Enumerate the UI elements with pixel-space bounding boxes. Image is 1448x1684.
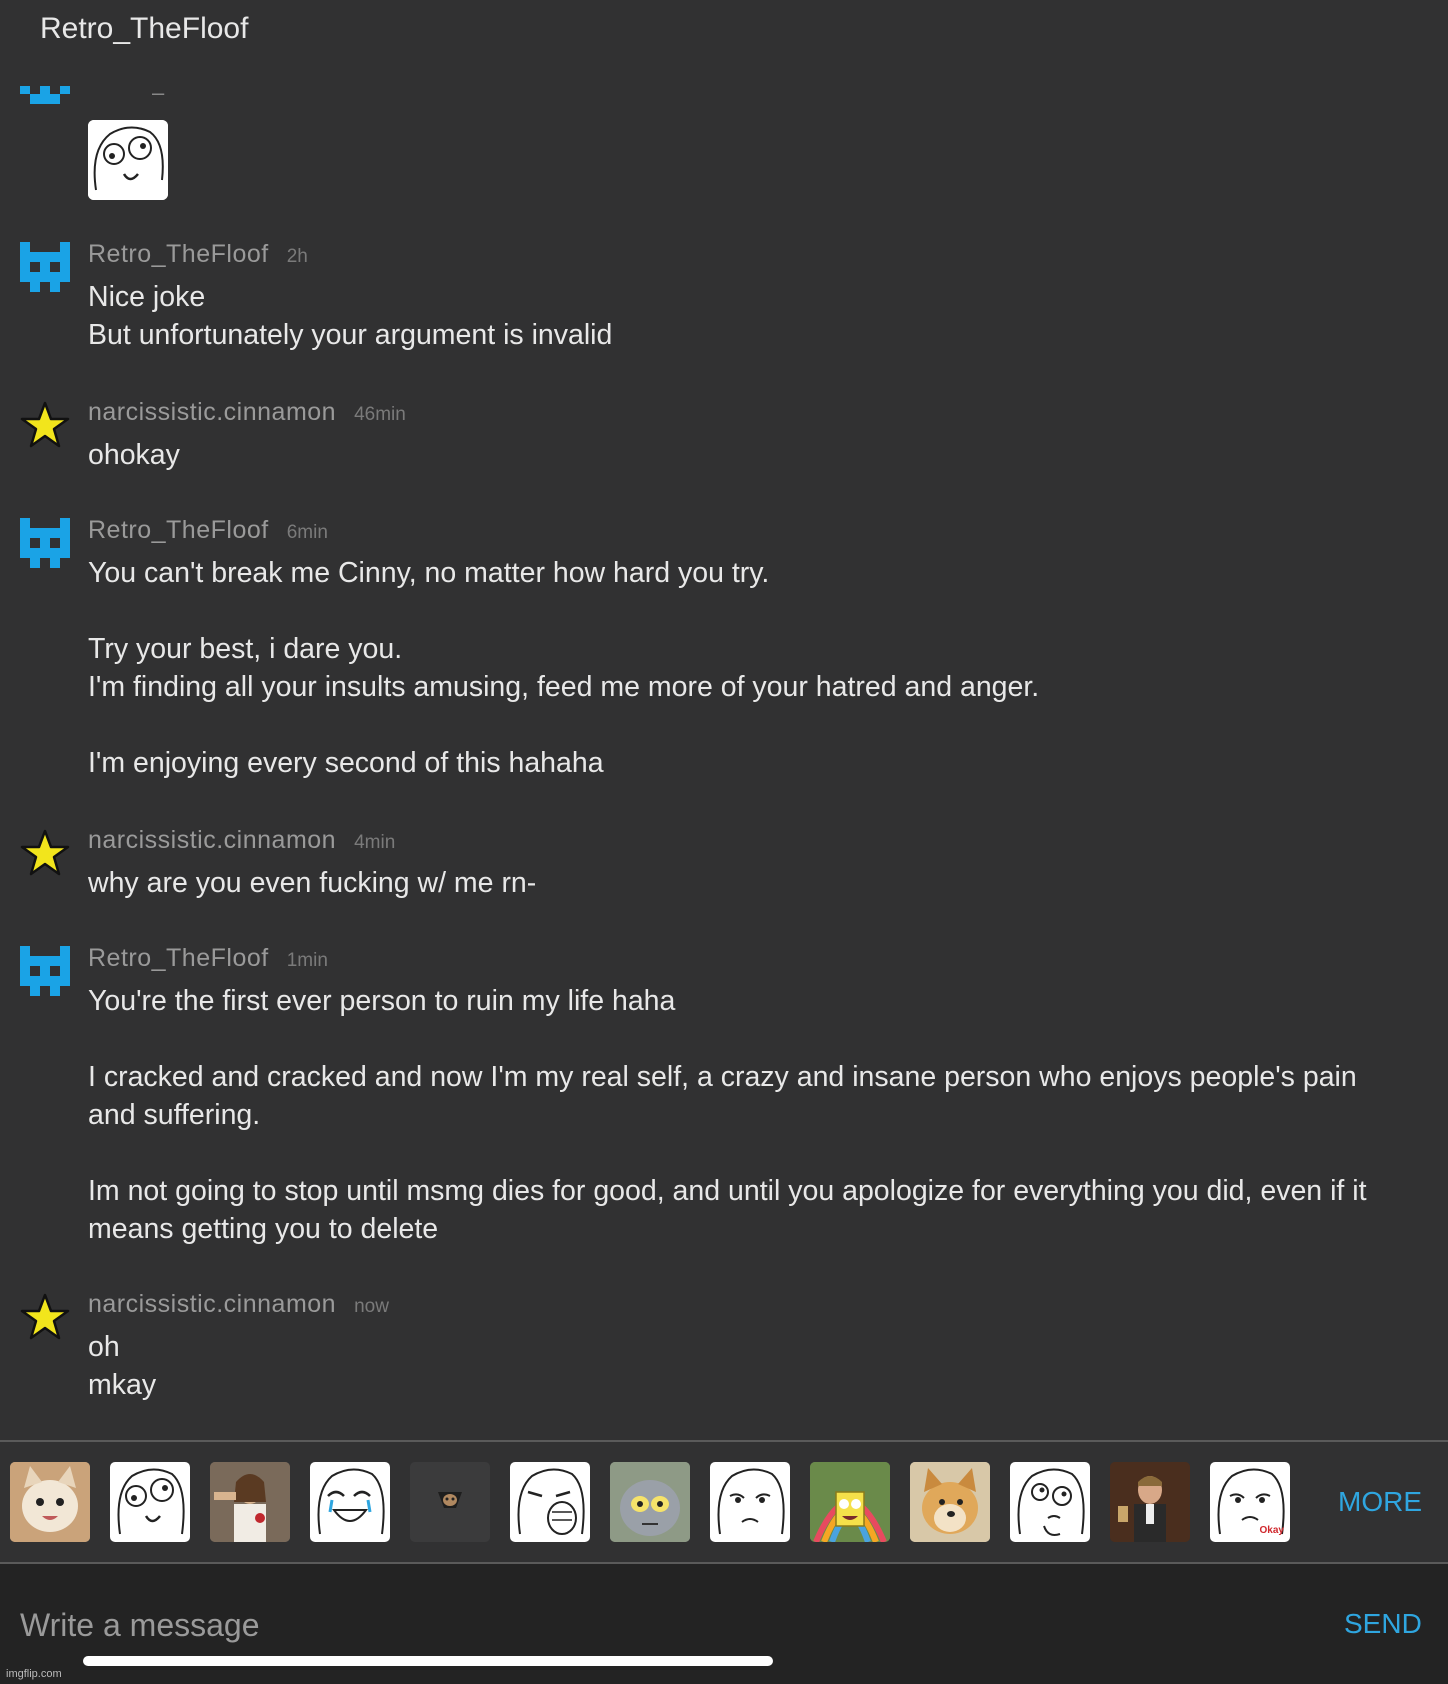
spongebob-imagination-sticker[interactable] xyxy=(810,1462,890,1542)
ceiling-cat-sticker[interactable] xyxy=(410,1462,490,1542)
message-input[interactable] xyxy=(20,1600,1220,1650)
message-text-line: why are you even fucking w/ me rn- xyxy=(88,867,537,899)
happy-cat-sticker[interactable] xyxy=(10,1462,90,1542)
message-username[interactable]: narcissistic.cinnamon xyxy=(88,826,336,854)
message-body: ohokay xyxy=(88,436,1438,474)
message-text-line xyxy=(88,706,1438,744)
pixel-cat-icon xyxy=(20,86,70,104)
message-meta: Retro_TheFloof 2h xyxy=(88,240,308,269)
message-username[interactable]: Retro_TheFloof xyxy=(88,240,269,268)
message-username[interactable]: narcissistic.cinnamon xyxy=(88,398,336,426)
message-meta: narcissistic.cinnamon now xyxy=(88,1290,389,1319)
message-meta: narcissistic.cinnamon 46min xyxy=(88,398,406,427)
sticker-bar: Okay MORE xyxy=(0,1442,1448,1562)
message-text-line: But unfortunately your argument is inval… xyxy=(88,319,613,351)
star-icon[interactable] xyxy=(20,1292,70,1342)
message-timestamp: 1min xyxy=(286,950,328,971)
message-timestamp: now xyxy=(354,1296,389,1317)
message-timestamp: 6min xyxy=(286,522,328,543)
partial-username: – xyxy=(152,80,165,105)
laughing-leo-sticker[interactable] xyxy=(1110,1462,1190,1542)
message-body: why are you even fucking w/ me rn- xyxy=(88,864,1438,902)
send-button[interactable]: SEND xyxy=(1344,1608,1422,1640)
pixel-cat-icon[interactable] xyxy=(20,518,70,568)
message-text-line: oh xyxy=(88,1331,120,1363)
star-icon[interactable] xyxy=(20,400,70,450)
pixel-cat-icon[interactable] xyxy=(20,242,70,292)
message-text-line: means getting you to delete xyxy=(88,1213,439,1245)
message-text-line xyxy=(88,1020,1438,1058)
message-text-line xyxy=(88,592,1438,630)
derp-face-image[interactable] xyxy=(88,120,168,200)
message-timestamp: 4min xyxy=(354,832,396,853)
message-text-line: I'm finding all your insults amusing, fe… xyxy=(88,671,1040,703)
lol-face-sticker[interactable] xyxy=(510,1462,590,1542)
message-text-line xyxy=(88,1134,1438,1172)
message-text-line: mkay xyxy=(88,1369,157,1401)
compose-bar: SEND xyxy=(0,1564,1448,1684)
pixel-cat-icon[interactable] xyxy=(20,946,70,996)
unsettled-tom-sticker[interactable] xyxy=(610,1462,690,1542)
buddy-christ-sticker[interactable] xyxy=(210,1462,290,1542)
message-timestamp: 2h xyxy=(286,246,308,267)
message-meta: Retro_TheFloof 6min xyxy=(88,516,328,545)
chat-header-title: Retro_TheFloof xyxy=(40,12,249,45)
message-text-line: I cracked and cracked and now I'm my rea… xyxy=(88,1061,1357,1093)
message-text-line: Im not going to stop until msmg dies for… xyxy=(88,1175,1367,1207)
message-text-line: Nice joke xyxy=(88,281,206,313)
message-text-line: ohokay xyxy=(88,439,180,471)
message-meta: Retro_TheFloof 1min xyxy=(88,944,328,973)
message-body: oh mkay xyxy=(88,1328,1438,1404)
message-text-line: and suffering. xyxy=(88,1099,261,1131)
message-username[interactable]: Retro_TheFloof xyxy=(88,516,269,544)
message-text-line: Try your best, i dare you. xyxy=(88,633,403,665)
message-username[interactable]: narcissistic.cinnamon xyxy=(88,1290,336,1318)
message-timestamp: 46min xyxy=(354,404,406,425)
watermark-text: imgflip.com xyxy=(6,1668,62,1680)
message-body: Nice joke But unfortunately your argument… xyxy=(88,278,1438,354)
message-text-line: I'm enjoying every second of this hahaha xyxy=(88,747,604,779)
partial-previous-message: – xyxy=(20,80,164,113)
message-text-line: You're the first ever person to ruin my … xyxy=(88,985,676,1017)
okay-face-sticker[interactable] xyxy=(710,1462,790,1542)
sticker-caption: Okay xyxy=(1259,1525,1284,1536)
okay-guy-sticker[interactable]: Okay xyxy=(1210,1462,1290,1542)
star-icon[interactable] xyxy=(20,828,70,878)
message-username[interactable]: Retro_TheFloof xyxy=(88,944,269,972)
derp-face-sticker[interactable] xyxy=(110,1462,190,1542)
message-text-line: You can't break me Cinny, no matter how … xyxy=(88,557,770,589)
doge-sticker[interactable] xyxy=(910,1462,990,1542)
message-body: You can't break me Cinny, no matter how … xyxy=(88,554,1438,782)
message-meta: narcissistic.cinnamon 4min xyxy=(88,826,395,855)
home-indicator[interactable] xyxy=(83,1656,773,1666)
happy-tears-face-sticker[interactable] xyxy=(310,1462,390,1542)
message-body: You're the first ever person to ruin my … xyxy=(88,982,1438,1248)
thinking-face-sticker[interactable] xyxy=(1010,1462,1090,1542)
more-stickers-button[interactable]: MORE xyxy=(1338,1486,1422,1518)
